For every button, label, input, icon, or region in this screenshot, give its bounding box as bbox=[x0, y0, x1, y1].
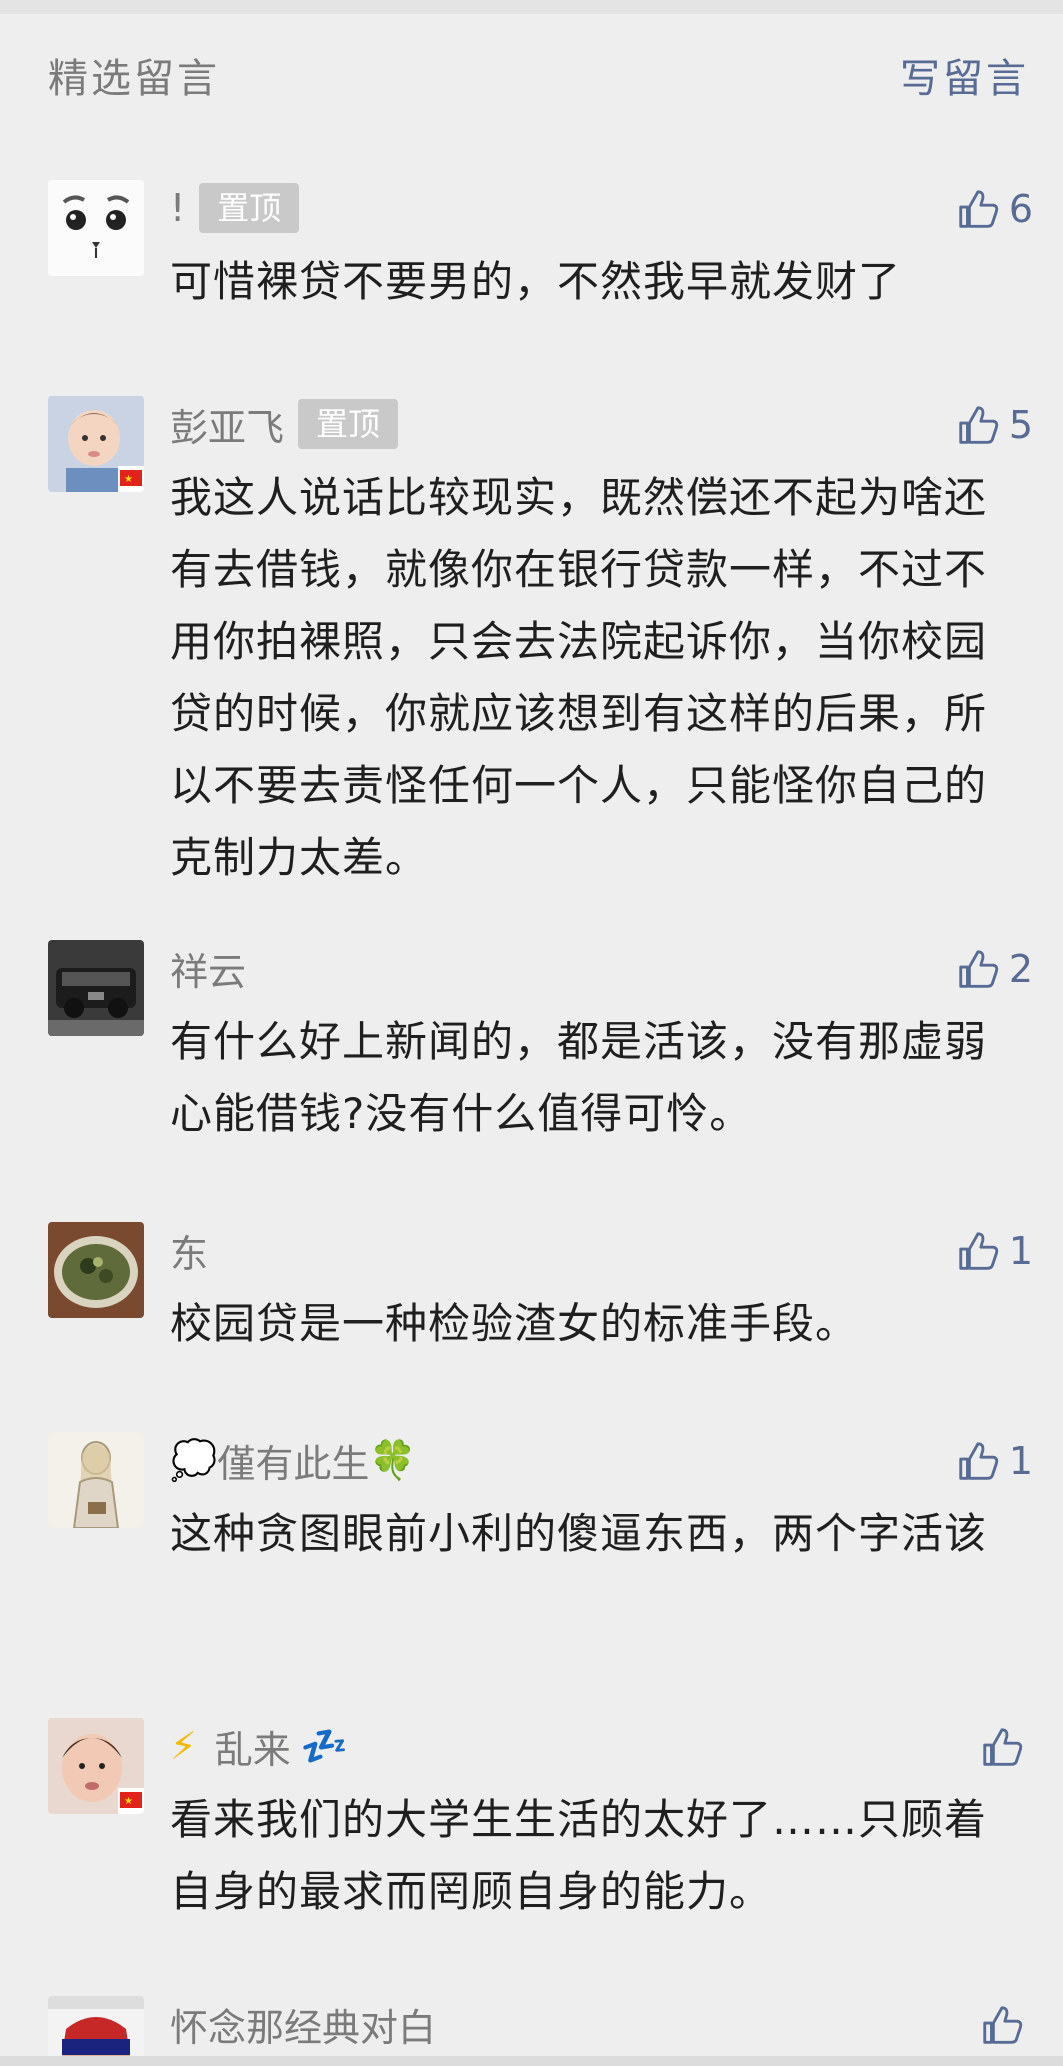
sketch-figure-avatar[interactable] bbox=[48, 1432, 144, 1528]
car-photo-avatar[interactable] bbox=[48, 940, 144, 1036]
nickname[interactable]: 彭亚飞 bbox=[170, 397, 284, 452]
pinned-badge: 置顶 bbox=[298, 399, 399, 449]
comment-text: 这种贪图眼前小利的傻逼东西，两个字活该 bbox=[170, 1509, 988, 1558]
nickname-row: 怀念那经典对白 bbox=[170, 1996, 436, 2052]
like-button[interactable] bbox=[979, 1998, 1033, 2052]
nickname[interactable]: 僅有此生 bbox=[217, 1433, 369, 1488]
like-button[interactable]: 5 bbox=[955, 398, 1033, 452]
thumbs-up-icon bbox=[959, 190, 998, 228]
like-count: 5 bbox=[1008, 403, 1033, 447]
thought-bubble-icon: 💭 bbox=[170, 1437, 218, 1482]
like-count: 1 bbox=[1008, 1229, 1033, 1273]
clover-icon: 🍀 bbox=[369, 1437, 417, 1482]
thumbs-up-icon bbox=[959, 1442, 998, 1480]
thumbs-up-icon bbox=[959, 1232, 998, 1270]
like-button[interactable]: 1 bbox=[955, 1224, 1033, 1278]
comment-text: 看来我们的大学生生活的太好了……只顾着自身的最求而罔顾自身的能力。 bbox=[170, 1795, 988, 1916]
comment-text: 可惜裸贷不要男的，不然我早就发财了 bbox=[170, 257, 902, 306]
like-button[interactable]: 1 bbox=[955, 1434, 1033, 1488]
section-title: 精选留言 bbox=[48, 56, 220, 102]
like-count: 6 bbox=[1008, 187, 1033, 231]
comment-text: 校园贷是一种检验渣女的标准手段。 bbox=[170, 1299, 859, 1348]
baby-photo-avatar[interactable]: ★ bbox=[48, 396, 144, 492]
comment-text: 有什么好上新闻的，都是活该，没有那虚弱心能借钱?没有什么值得可怜。 bbox=[170, 1017, 988, 1138]
write-comment-link[interactable]: 写留言 bbox=[900, 46, 1029, 104]
nickname[interactable]: 祥云 bbox=[170, 941, 246, 996]
nickname-row: 东 bbox=[170, 1222, 208, 1278]
pinned-badge: 置顶 bbox=[199, 183, 300, 233]
svg-text:★: ★ bbox=[124, 1796, 133, 1807]
thumbs-up-icon bbox=[983, 1728, 1023, 1766]
svg-text:★: ★ bbox=[124, 474, 133, 485]
nickname[interactable]: 东 bbox=[170, 1223, 208, 1278]
dog-face-avatar[interactable] bbox=[48, 180, 144, 276]
nickname-row: 💭 僅有此生 🍀 bbox=[170, 1432, 417, 1488]
sleep-zzz-icon: 💤 bbox=[300, 1723, 349, 1768]
child-photo-avatar[interactable]: ★ bbox=[48, 1718, 144, 1814]
like-count: 2 bbox=[1008, 947, 1033, 991]
comment-text: 我这人说话比较现实，既然偿还不起为啥还有去借钱，就像你在银行贷款一样，不过不用你… bbox=[170, 473, 988, 882]
nickname-row: 祥云 bbox=[170, 940, 246, 996]
like-count: 1 bbox=[1008, 1439, 1033, 1483]
nickname[interactable]: ! bbox=[170, 186, 185, 230]
nickname[interactable]: 怀念那经典对白 bbox=[170, 1997, 436, 2052]
lightning-icon: ⚡ bbox=[170, 1724, 197, 1768]
top-divider bbox=[0, 0, 1063, 14]
nickname-row: ! 置顶 bbox=[170, 180, 300, 236]
nickname-row: 彭亚飞 置顶 bbox=[170, 396, 399, 452]
thumbs-up-icon bbox=[983, 2006, 1023, 2044]
thumbs-up-icon bbox=[959, 950, 998, 988]
like-button[interactable]: 2 bbox=[955, 942, 1033, 996]
nickname[interactable]: 乱来 bbox=[215, 1719, 291, 1774]
bottom-edge bbox=[0, 2056, 1063, 2066]
thumbs-up-icon bbox=[959, 406, 998, 444]
like-button[interactable] bbox=[979, 1720, 1033, 1774]
nickname-row: ⚡ 乱来 💤 bbox=[170, 1718, 348, 1774]
soup-bowl-avatar[interactable] bbox=[48, 1222, 144, 1318]
comments-header: 精选留言 写留言 bbox=[0, 14, 1063, 124]
like-button[interactable]: 6 bbox=[955, 182, 1033, 236]
